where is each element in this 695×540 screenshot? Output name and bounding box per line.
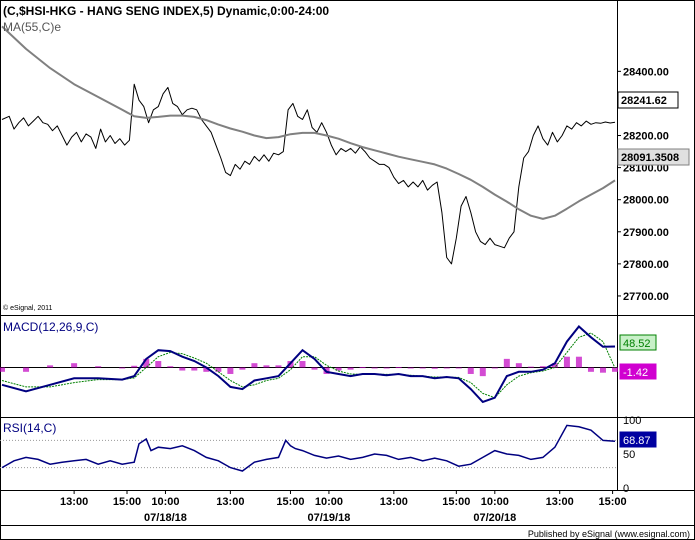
macd-hist-bar <box>239 367 246 370</box>
copyright-text: © eSignal, 2011 <box>3 304 53 312</box>
macd-hist-bar <box>275 365 282 368</box>
macd-hist-bar <box>131 365 138 368</box>
date-label: 07/18/18 <box>144 512 187 524</box>
signal-value-label: -1.42 <box>623 367 648 379</box>
macd-hist-bar <box>227 367 234 374</box>
macd-hist-bar <box>395 367 402 369</box>
time-tick-label: 13:00 <box>216 496 244 508</box>
macd-hist-bar <box>0 367 5 372</box>
time-tick-label: 15:00 <box>276 496 304 508</box>
macd-hist-bar <box>23 367 30 372</box>
price-tick-label: 27900.00 <box>623 227 669 239</box>
macd-hist-bar <box>383 367 390 369</box>
macd-hist-bar <box>155 361 162 368</box>
stock-chart: 28400.0028300.0028200.0028100.0028000.00… <box>0 0 695 540</box>
last-price-badge: 28241.62 <box>617 91 679 109</box>
macd-hist-bar <box>587 367 594 372</box>
macd-hist-bar <box>455 367 462 369</box>
date-label: 07/20/18 <box>473 512 516 524</box>
rsi-tick-label: 100 <box>623 415 641 427</box>
ma-last-label: 28091.3508 <box>621 152 679 164</box>
macd-hist-bar <box>95 366 102 368</box>
macd-hist-bar <box>539 366 546 368</box>
macd-hist-bar <box>347 367 354 370</box>
macd-value-label: 48.52 <box>623 338 651 350</box>
macd-hist-bar <box>563 356 570 368</box>
price-tick-label: 27700.00 <box>623 291 669 303</box>
macd-hist-bar <box>359 367 366 369</box>
macd-hist-bar <box>431 367 438 369</box>
macd-hist-bar <box>299 361 306 368</box>
date-label: 07/19/18 <box>308 512 351 524</box>
rsi-legend: RSI(14,C) <box>3 421 56 435</box>
macd-hist-bar <box>311 367 318 370</box>
macd-hist-bar <box>527 366 534 368</box>
time-tick-label: 10:00 <box>315 496 343 508</box>
time-tick-label: 15:00 <box>113 496 141 508</box>
time-tick-label: 13:00 <box>380 496 408 508</box>
rsi-value-label: 68.87 <box>623 435 651 447</box>
macd-hist-bar <box>575 356 582 368</box>
macd-legend: MACD(12,26,9,C) <box>3 320 98 334</box>
price-tick-label: 27800.00 <box>623 259 669 271</box>
macd-value-badge: 48.52 <box>619 334 657 351</box>
macd-hist-bar <box>419 367 426 369</box>
macd-hist-bar <box>167 366 174 368</box>
rsi-tick-label: 50 <box>623 449 635 461</box>
macd-hist-bar <box>263 365 270 368</box>
time-tick-label: 10:00 <box>481 496 509 508</box>
rsi-tick-label: 0 <box>623 483 629 495</box>
time-tick-label: 13:00 <box>60 496 88 508</box>
macd-hist-bar <box>491 367 498 369</box>
macd-hist-bar <box>251 363 258 368</box>
macd-hist-bar <box>119 367 126 369</box>
time-tick-label: 13:00 <box>546 496 574 508</box>
signal-value-badge: -1.42 <box>619 363 657 380</box>
macd-hist-bar <box>71 363 78 368</box>
ma-last-badge: 28091.3508 <box>617 148 690 166</box>
macd-hist-bar <box>179 367 186 371</box>
macd-hist-bar <box>467 367 474 374</box>
macd-hist-bar <box>515 363 522 368</box>
price-tick-label: 28000.00 <box>623 195 669 207</box>
last-price-label: 28241.62 <box>621 95 667 107</box>
price-tick-label: 28400.00 <box>623 66 669 78</box>
macd-hist-bar <box>47 365 54 368</box>
macd-hist-bar <box>443 367 450 369</box>
macd-hist-bar <box>407 367 414 369</box>
time-tick-label: 15:00 <box>599 496 627 508</box>
macd-hist-bar <box>599 367 606 373</box>
macd-hist-bar <box>612 367 618 372</box>
macd-hist-bar <box>191 367 198 371</box>
rsi-value-badge: 68.87 <box>619 431 657 448</box>
time-tick-label: 15:00 <box>442 496 470 508</box>
macd-hist-bar <box>215 367 222 372</box>
macd-hist-bar <box>479 367 486 377</box>
ma-legend: MA(55,C)e <box>3 20 61 34</box>
chart-title: (C,$HSI-HKG - HANG SENG INDEX,5) Dynamic… <box>3 4 329 18</box>
price-tick-label: 28200.00 <box>623 131 669 143</box>
footer-credit: Published by eSignal (www.esignal.com) <box>528 529 690 539</box>
time-tick-label: 10:00 <box>151 496 179 508</box>
macd-hist-bar <box>503 358 510 368</box>
macd-hist-bar <box>371 367 378 369</box>
